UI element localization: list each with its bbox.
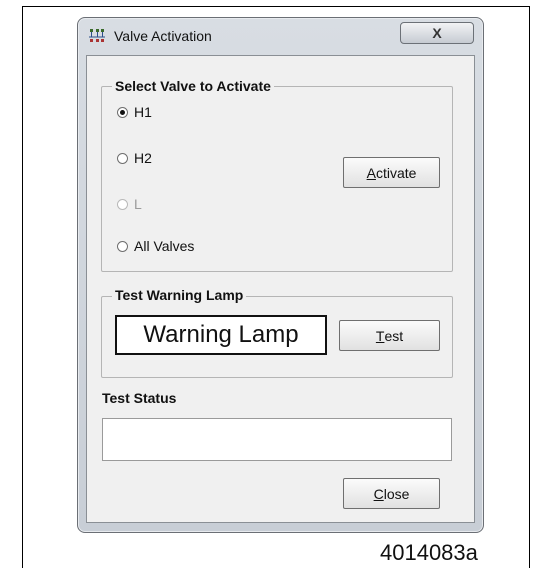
window-close-button[interactable]: X [400, 22, 474, 44]
radio-all-valves-button[interactable] [117, 240, 128, 252]
radio-h1-label: H1 [134, 104, 152, 120]
figure-id-label: 4014083a [380, 540, 478, 565]
activate-button-mnemonic: A [366, 164, 376, 181]
radio-all-valves-label: All Valves [134, 238, 195, 254]
close-button[interactable]: Close [343, 478, 440, 509]
warning-lamp-legend: Test Warning Lamp [112, 287, 247, 303]
radio-l-button [117, 198, 128, 210]
radio-all-valves[interactable]: All Valves [117, 238, 194, 254]
close-button-mnemonic: C [373, 485, 384, 502]
radio-l: L [117, 196, 142, 212]
figure-frame-top [22, 6, 530, 7]
valve-network-icon [88, 27, 106, 45]
radio-h2[interactable]: H2 [117, 150, 152, 166]
warning-lamp-indicator: Warning Lamp [115, 315, 327, 355]
radio-h1[interactable]: H1 [117, 104, 152, 120]
test-button[interactable]: Test [339, 320, 440, 351]
close-button-label: lose [383, 485, 410, 502]
test-status-label: Test Status [102, 390, 177, 406]
close-icon: X [432, 25, 442, 41]
test-button-label: est [384, 327, 404, 344]
radio-h1-button[interactable] [117, 106, 128, 118]
activate-button[interactable]: Activate [343, 157, 440, 188]
test-status-field [102, 418, 452, 461]
figure-frame-left [22, 6, 23, 568]
radio-h2-label: H2 [134, 150, 152, 166]
window-title: Valve Activation [114, 28, 212, 44]
radio-h2-button[interactable] [117, 152, 128, 164]
warning-lamp-label: Warning Lamp [143, 321, 299, 348]
valve-select-legend: Select Valve to Activate [112, 78, 274, 94]
activate-button-label: ctivate [375, 164, 417, 181]
radio-l-label: L [134, 196, 142, 212]
test-button-mnemonic: T [375, 327, 385, 344]
title-bar[interactable]: Valve Activation X [78, 18, 483, 48]
figure-frame-right [529, 6, 530, 568]
